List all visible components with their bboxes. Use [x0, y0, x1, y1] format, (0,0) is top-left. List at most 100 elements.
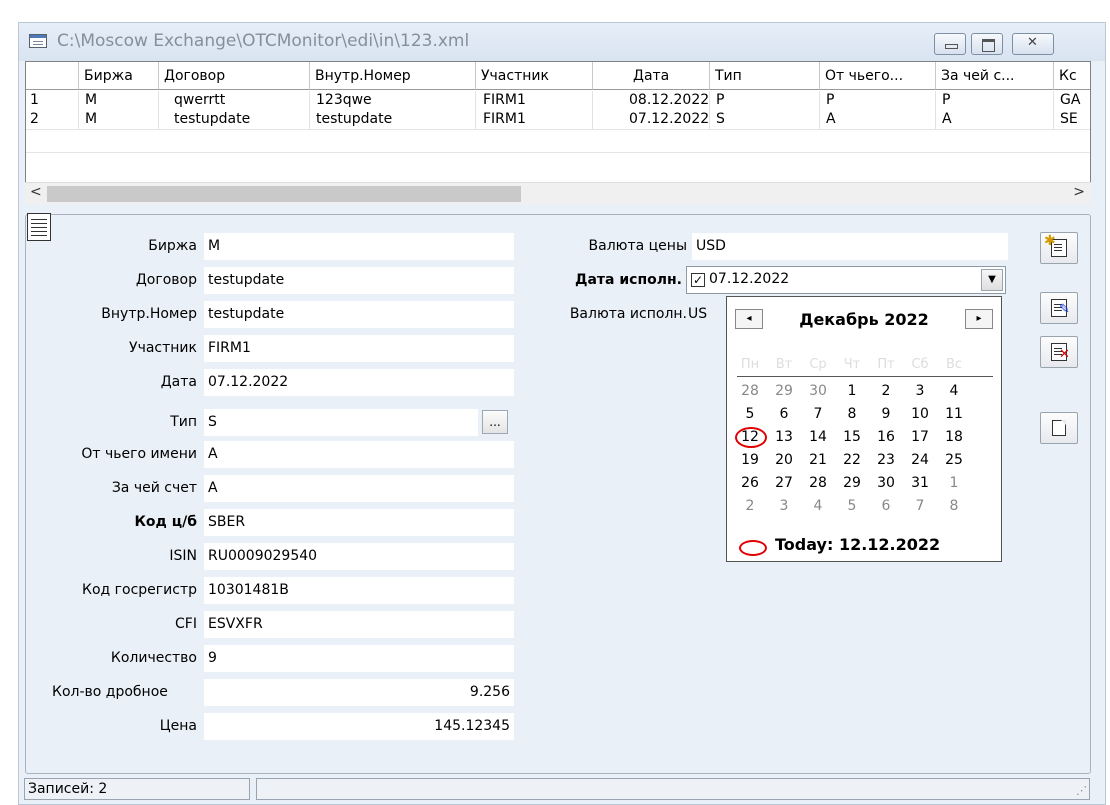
field-birzha[interactable]: M — [204, 233, 514, 260]
calendar-day[interactable]: 13 — [767, 427, 801, 448]
field-cena[interactable]: 145.12345 — [204, 713, 514, 740]
grid-header-ot[interactable]: От чьего... — [820, 62, 936, 90]
maximize-button[interactable] — [971, 33, 1003, 55]
calendar-day[interactable]: 23 — [869, 450, 903, 471]
table-cell[interactable]: testupdate — [159, 110, 310, 129]
scroll-right-icon[interactable]: > — [1073, 184, 1085, 200]
calendar-day[interactable]: 2 — [869, 381, 903, 402]
calendar-day[interactable]: 3 — [767, 496, 801, 517]
field-cfi[interactable]: ESVXFR — [204, 611, 514, 638]
grid-header-tip[interactable]: Тип — [710, 62, 820, 90]
scroll-thumb[interactable] — [47, 186, 521, 202]
table-cell[interactable]: 123qwe — [310, 91, 476, 110]
calendar-day[interactable]: 28 — [733, 381, 767, 402]
prev-month-button[interactable]: ◂ — [735, 309, 763, 329]
calendar-day[interactable]: 27 — [767, 473, 801, 494]
calendar-day[interactable]: 7 — [903, 496, 937, 517]
calendar-day[interactable]: 9 — [869, 404, 903, 425]
table-cell[interactable]: SE — [1054, 110, 1090, 129]
calendar-day[interactable]: 8 — [937, 496, 971, 517]
calendar-day-selected[interactable]: 7 — [801, 404, 835, 425]
table-cell[interactable]: GA — [1054, 91, 1090, 110]
calendar-day[interactable]: 17 — [903, 427, 937, 448]
table-cell[interactable]: P — [710, 91, 820, 110]
horizontal-scrollbar[interactable]: < > — [25, 182, 1091, 204]
table-cell[interactable]: qwerrtt — [159, 91, 310, 110]
grid-header-uchastnik[interactable]: Участник — [476, 62, 593, 90]
calendar-day[interactable]: 15 — [835, 427, 869, 448]
calendar-day[interactable]: 26 — [733, 473, 767, 494]
field-tip[interactable]: S — [204, 409, 478, 436]
field-za[interactable]: A — [204, 475, 514, 502]
table-cell[interactable]: P — [820, 91, 936, 110]
blank-document-button[interactable] — [1040, 412, 1078, 444]
table-cell[interactable]: testupdate — [310, 110, 476, 129]
title-bar[interactable]: C:\Moscow Exchange\OTCMonitor\edi\in\123… — [19, 23, 1105, 61]
calendar-day[interactable]: 10 — [903, 404, 937, 425]
calendar-day[interactable]: 28 — [801, 473, 835, 494]
table-cell[interactable]: P — [936, 91, 1054, 110]
grid-header-dogovor[interactable]: Договор — [159, 62, 310, 90]
field-valuta-isp[interactable]: US — [684, 301, 724, 328]
field-ot[interactable]: A — [204, 441, 514, 468]
close-button[interactable] — [1012, 33, 1054, 55]
calendar-day[interactable]: 25 — [937, 450, 971, 471]
table-cell[interactable]: A — [820, 110, 936, 129]
table-cell[interactable]: 08.12.2022 — [593, 91, 710, 110]
field-kolvo[interactable]: 9 — [204, 645, 514, 672]
table-cell[interactable]: FIRM1 — [476, 91, 593, 110]
field-gosreg[interactable]: 10301481B — [204, 577, 514, 604]
calendar-day[interactable]: 5 — [835, 496, 869, 517]
field-valuta-ceny[interactable]: USD — [692, 233, 1008, 260]
calendar-day[interactable]: 4 — [801, 496, 835, 517]
calendar-day[interactable]: 22 — [835, 450, 869, 471]
calendar-day[interactable]: 3 — [903, 381, 937, 402]
calendar-day[interactable]: 11 — [937, 404, 971, 425]
calendar-day[interactable]: 4 — [937, 381, 971, 402]
calendar-day[interactable]: 1 — [937, 473, 971, 494]
calendar-day[interactable]: 6 — [869, 496, 903, 517]
table-cell[interactable]: 2 — [26, 110, 79, 129]
calendar-day-today[interactable]: 12 — [733, 427, 767, 448]
calendar-day[interactable]: 14 — [801, 427, 835, 448]
minimize-button[interactable] — [934, 33, 966, 55]
calendar-day[interactable]: 2 — [733, 496, 767, 517]
calendar-day[interactable]: 31 — [903, 473, 937, 494]
calendar-day[interactable]: 18 — [937, 427, 971, 448]
calendar-day[interactable]: 29 — [767, 381, 801, 402]
grid-header-birzha[interactable]: Биржа — [79, 62, 159, 90]
calendar-day[interactable]: 19 — [733, 450, 767, 471]
table-cell[interactable]: M — [79, 110, 159, 129]
today-link[interactable]: Today: 12.12.2022 — [775, 535, 940, 554]
grid-header-data[interactable]: Дата — [593, 62, 710, 90]
calendar-day[interactable]: 29 — [835, 473, 869, 494]
table-cell[interactable]: FIRM1 — [476, 110, 593, 129]
calendar-day[interactable]: 30 — [869, 473, 903, 494]
calendar-day[interactable]: 21 — [801, 450, 835, 471]
field-vnutr[interactable]: testupdate — [204, 301, 514, 328]
field-isin[interactable]: RU0009029540 — [204, 543, 514, 570]
calendar-day[interactable]: 20 — [767, 450, 801, 471]
tip-browse-button[interactable]: ... — [482, 410, 508, 434]
calendar-day[interactable]: 30 — [801, 381, 835, 402]
field-dogovor[interactable]: testupdate — [204, 267, 514, 294]
calendar-day[interactable]: 16 — [869, 427, 903, 448]
table-cell[interactable]: A — [936, 110, 1054, 129]
field-drob[interactable]: 9.256 — [204, 679, 514, 706]
delete-record-button[interactable] — [1040, 336, 1078, 368]
grid-header-vnutr[interactable]: Внутр.Номер — [310, 62, 476, 90]
table-cell[interactable]: 1 — [26, 91, 79, 110]
date-picker-field[interactable]: ✓ 07.12.2022 ▼ — [686, 266, 1006, 294]
calendar-day[interactable]: 24 — [903, 450, 937, 471]
date-enabled-checkbox[interactable]: ✓ — [691, 273, 705, 287]
field-data[interactable]: 07.12.2022 — [204, 369, 514, 396]
calendar-day[interactable]: 6 — [767, 404, 801, 425]
grid-header-za[interactable]: За чей с... — [936, 62, 1054, 90]
table-cell[interactable]: S — [710, 110, 820, 129]
scroll-left-icon[interactable]: < — [30, 184, 42, 200]
calendar-day[interactable]: 8 — [835, 404, 869, 425]
field-uchastnik[interactable]: FIRM1 — [204, 335, 514, 362]
grid-header-kod[interactable]: Кс — [1054, 62, 1090, 90]
next-month-button[interactable]: ▸ — [965, 309, 993, 329]
edit-record-button[interactable] — [1040, 292, 1078, 324]
